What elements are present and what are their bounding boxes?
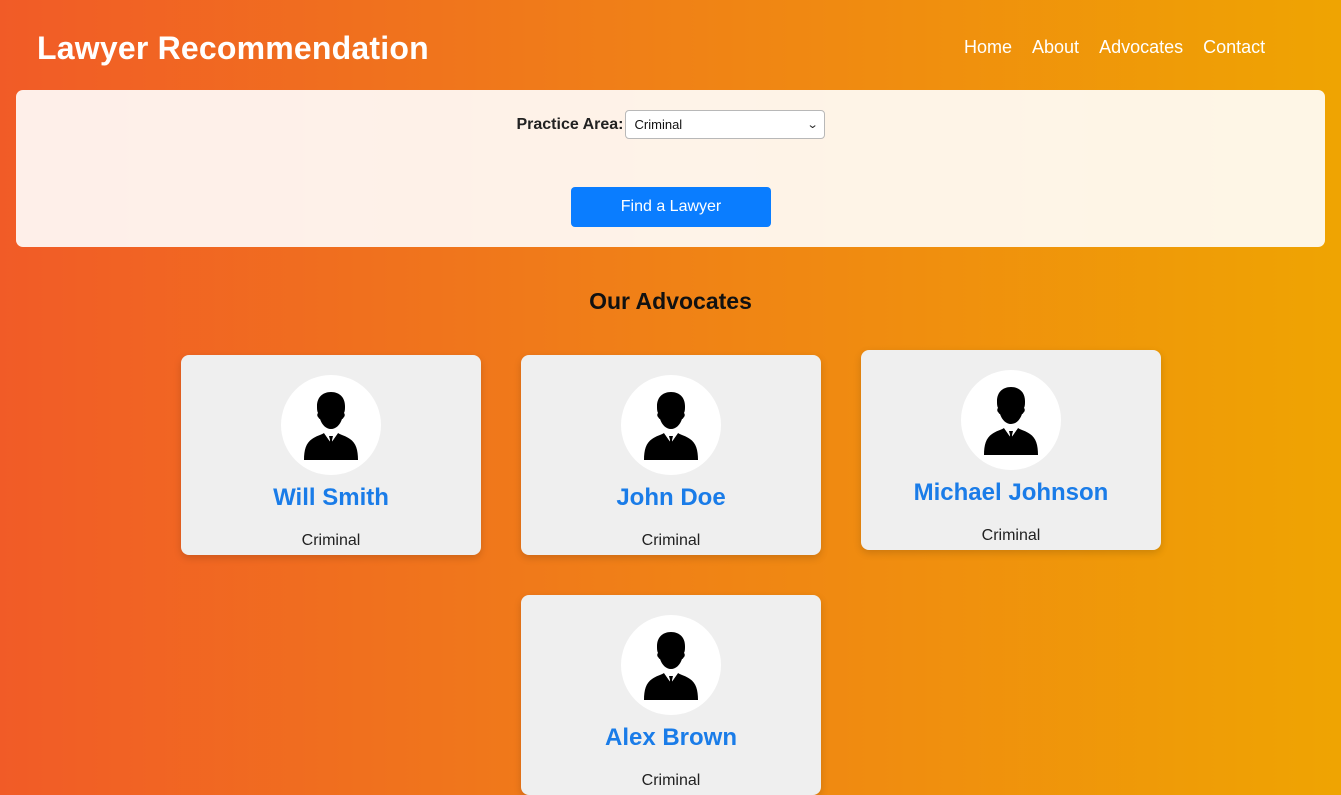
nav-link-home[interactable]: Home (964, 37, 1012, 58)
advocate-practice-area: Criminal (641, 772, 701, 789)
chevron-down-icon: ⌄ (806, 119, 819, 131)
advocate-practice-area: Criminal (641, 532, 701, 549)
advocate-card[interactable]: Will Smith Criminal (181, 355, 481, 555)
section-title: Our Advocates (589, 288, 752, 314)
practice-area-label: Practice Area: (516, 115, 624, 133)
practice-area-select[interactable]: Criminal ⌄ (624, 110, 825, 139)
advocate-name: Will Smith (273, 484, 389, 511)
advocate-practice-area: Criminal (981, 527, 1041, 544)
lawyer-avatar-icon (281, 375, 381, 475)
practice-area-selected-value: Criminal (634, 117, 683, 132)
advocate-practice-area: Criminal (301, 532, 361, 549)
practice-area-field: Practice Area: Criminal ⌄ (16, 110, 1325, 139)
advocate-card[interactable]: Alex Brown Criminal (521, 595, 821, 795)
advocate-name: Alex Brown (604, 724, 738, 751)
advocate-card[interactable]: Michael Johnson Criminal (861, 350, 1161, 550)
advocate-name: John Doe (616, 484, 726, 511)
find-lawyer-button[interactable]: Find a Lawyer (571, 187, 771, 227)
nav-link-about[interactable]: About (1032, 37, 1079, 58)
lawyer-avatar-icon (961, 370, 1061, 470)
lawyer-avatar-icon (621, 375, 721, 475)
advocate-name: Michael Johnson (913, 479, 1109, 506)
search-panel: Practice Area: Criminal ⌄ Find a Lawyer (16, 90, 1325, 247)
advocate-card[interactable]: John Doe Criminal (521, 355, 821, 555)
nav-link-contact[interactable]: Contact (1203, 37, 1265, 58)
main-nav: Home About Advocates Contact (964, 37, 1285, 58)
site-title[interactable]: Lawyer Recommendation (37, 30, 429, 67)
lawyer-avatar-icon (621, 615, 721, 715)
top-navbar: Lawyer Recommendation Home About Advocat… (0, 0, 1341, 90)
nav-link-advocates[interactable]: Advocates (1099, 37, 1183, 58)
